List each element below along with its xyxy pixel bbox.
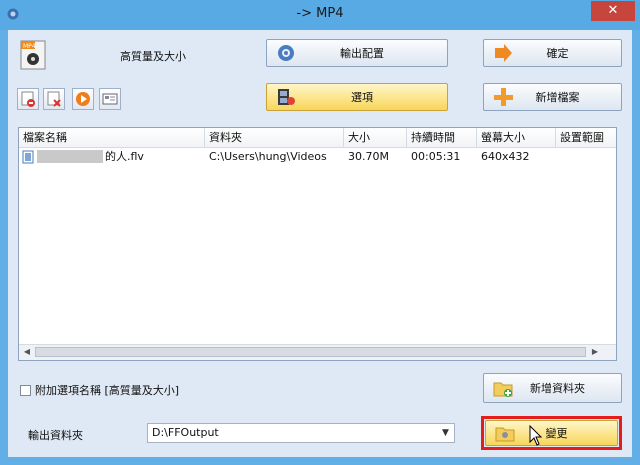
video-file-icon — [22, 150, 34, 164]
cell-range — [556, 148, 616, 165]
options-label: 選項 — [351, 91, 373, 104]
append-option-name-label: 附加選項名稱 [高質量及大小] — [35, 384, 180, 397]
media-info-icon — [102, 93, 118, 105]
append-option-name-checkbox[interactable] — [20, 384, 31, 396]
plus-icon — [494, 88, 513, 106]
output-folder-value: D:\FFOutput — [152, 426, 219, 439]
title-bar: -> MP4 ✕ — [0, 0, 640, 30]
cell-duration: 00:05:31 — [411, 150, 461, 163]
clear-list-icon — [47, 91, 61, 107]
column-duration[interactable]: 持續時間 — [407, 128, 477, 147]
column-screen-size[interactable]: 螢幕大小 — [477, 128, 556, 147]
column-filename[interactable]: 檔案名稱 — [19, 128, 205, 147]
svg-text:MP4: MP4 — [23, 43, 36, 50]
film-options-icon — [278, 89, 295, 105]
scrollbar-thumb[interactable] — [35, 347, 586, 357]
add-folder-label: 新增資料夾 — [530, 382, 585, 395]
scroll-left-icon[interactable]: ◀ — [20, 346, 34, 358]
table-row[interactable]: 的人.flv C:\Users\hung\Videos 30.70M 00:05… — [19, 148, 616, 165]
close-button[interactable]: ✕ — [591, 1, 635, 21]
profile-label: 高質量及大小 — [120, 50, 186, 63]
main-panel: MP4 高質量及大小 輸出配置 確定 選項 新增檔案 檔案名稱 資料夾 大小 持… — [8, 30, 632, 457]
mp4-file-icon: MP4 — [20, 40, 46, 70]
append-option-name-row[interactable]: 附加選項名稱 [高質量及大小] — [20, 382, 179, 398]
remove-file-icon — [21, 91, 35, 107]
output-folder-select[interactable]: D:\FFOutput ▼ — [147, 423, 455, 443]
output-folder-label: 輸出資料夾 — [28, 429, 83, 442]
ok-label: 確定 — [546, 47, 569, 60]
add-folder-icon — [493, 382, 513, 397]
horizontal-scrollbar[interactable]: ◀ ▶ — [19, 344, 616, 360]
chevron-down-icon[interactable]: ▼ — [437, 424, 454, 442]
column-range[interactable]: 設置範圍 — [556, 128, 616, 147]
add-folder-button[interactable]: 新增資料夾 — [483, 373, 622, 403]
add-file-button[interactable]: 新增檔案 — [483, 83, 622, 111]
ok-button[interactable]: 確定 — [483, 39, 622, 67]
cell-folder: C:\Users\hung\Videos — [209, 150, 327, 163]
clear-list-button[interactable] — [43, 88, 65, 110]
redacted-filename — [37, 150, 103, 163]
column-folder[interactable]: 資料夾 — [205, 128, 344, 147]
mouse-cursor-icon — [529, 425, 543, 446]
play-icon — [76, 92, 90, 106]
options-button[interactable]: 選項 — [266, 83, 448, 111]
arrow-right-icon — [495, 44, 512, 62]
cell-size: 30.70M — [348, 150, 389, 163]
output-settings-label: 輸出配置 — [340, 47, 384, 60]
file-list-header: 檔案名稱 資料夾 大小 持續時間 螢幕大小 設置範圍 — [19, 128, 616, 148]
cell-screen-size: 640x432 — [481, 150, 530, 163]
output-settings-button[interactable]: 輸出配置 — [266, 39, 448, 67]
settings-swirl-icon — [278, 45, 294, 61]
add-file-label: 新增檔案 — [535, 91, 580, 104]
highlight-box — [481, 416, 622, 450]
media-info-button[interactable] — [99, 88, 121, 110]
file-list[interactable]: 檔案名稱 資料夾 大小 持續時間 螢幕大小 設置範圍 的人.flv C:\Use… — [18, 127, 617, 361]
column-size[interactable]: 大小 — [344, 128, 407, 147]
cell-filename: 的人.flv — [105, 150, 144, 163]
play-button[interactable] — [72, 88, 94, 110]
scroll-right-icon[interactable]: ▶ — [588, 346, 602, 358]
app-window: -> MP4 ✕ MP4 高質量及大小 輸出配置 確定 選項 新增檔案 檔案名稱… — [0, 0, 640, 465]
window-title: -> MP4 — [296, 6, 344, 21]
remove-file-button[interactable] — [17, 88, 39, 110]
